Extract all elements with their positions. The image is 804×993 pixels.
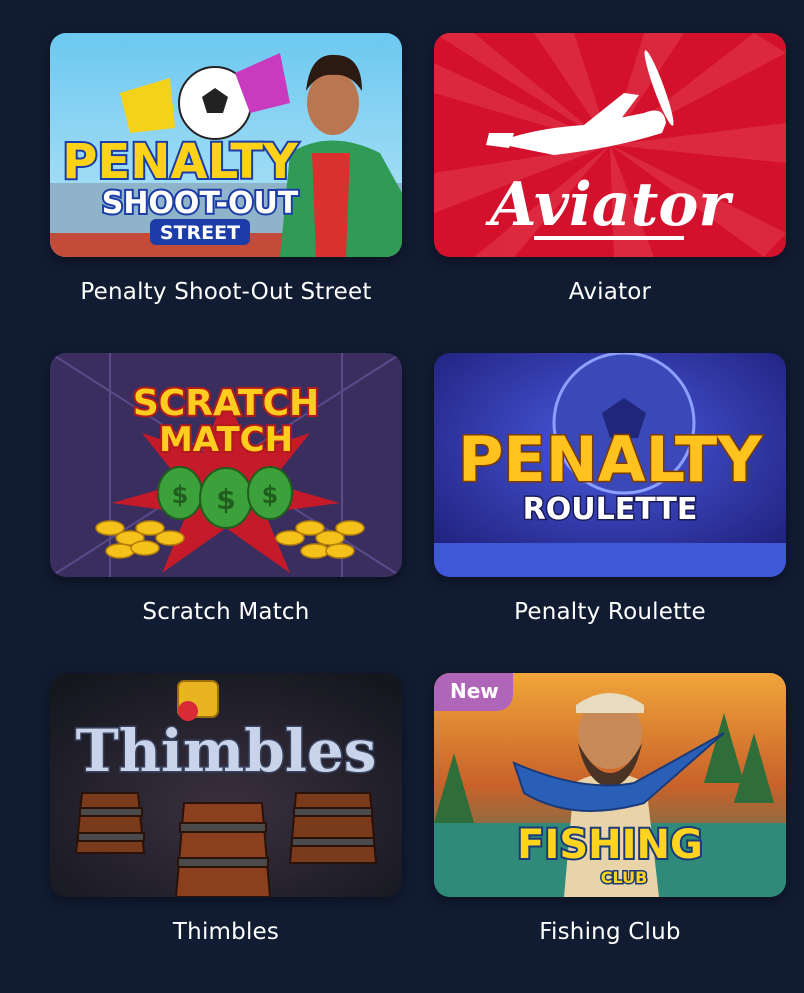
penalty-roulette-artwork: PENALTY ROULETTE bbox=[434, 353, 786, 577]
art-subtitle: CLUB bbox=[601, 868, 648, 887]
game-thumbnail[interactable]: SCRATCH MATCH $ $ $ bbox=[50, 353, 402, 577]
art-subtitle: ROULETTE bbox=[523, 492, 698, 527]
art-title: FISHING bbox=[517, 822, 703, 868]
game-card-penalty-shoot-out-street[interactable]: PENALTY SHOOT-OUT STREET Penalty Shoot-O… bbox=[50, 33, 402, 353]
thimbles-artwork: Thimbles bbox=[50, 673, 402, 897]
svg-text:$: $ bbox=[172, 481, 189, 509]
game-title[interactable]: Fishing Club bbox=[434, 917, 786, 947]
art-title: SCRATCH bbox=[133, 383, 319, 424]
art-title: PENALTY bbox=[458, 423, 763, 496]
svg-text:$: $ bbox=[262, 481, 279, 509]
art-title: Thimbles bbox=[76, 717, 377, 785]
game-card-fishing-club[interactable]: FISHING CLUB New Fishing Club bbox=[434, 673, 786, 993]
game-card-penalty-roulette[interactable]: PENALTY ROULETTE Penalty Roulette bbox=[434, 353, 786, 673]
scratch-match-artwork: SCRATCH MATCH $ $ $ bbox=[50, 353, 402, 577]
art-title: PENALTY bbox=[62, 134, 299, 190]
games-grid: PENALTY SHOOT-OUT STREET Penalty Shoot-O… bbox=[50, 33, 786, 993]
svg-text:$: $ bbox=[216, 483, 235, 516]
game-title[interactable]: Aviator bbox=[434, 277, 786, 307]
art-subtitle: SHOOT-OUT bbox=[102, 186, 299, 221]
game-card-aviator[interactable]: Aviator Aviator bbox=[434, 33, 786, 353]
game-title[interactable]: Scratch Match bbox=[50, 597, 402, 627]
art-title: Aviator bbox=[485, 170, 734, 240]
game-thumbnail[interactable]: Aviator bbox=[434, 33, 786, 257]
game-title[interactable]: Penalty Shoot-Out Street bbox=[50, 277, 402, 307]
game-thumbnail[interactable]: FISHING CLUB New bbox=[434, 673, 786, 897]
game-thumbnail[interactable]: PENALTY SHOOT-OUT STREET bbox=[50, 33, 402, 257]
game-title[interactable]: Thimbles bbox=[50, 917, 402, 947]
penalty-shoot-out-street-artwork: PENALTY SHOOT-OUT STREET bbox=[50, 33, 402, 257]
aviator-artwork: Aviator bbox=[434, 33, 786, 257]
art-tag: STREET bbox=[160, 222, 240, 244]
art-subtitle: MATCH bbox=[159, 420, 293, 460]
game-thumbnail[interactable]: PENALTY ROULETTE bbox=[434, 353, 786, 577]
game-card-scratch-match[interactable]: SCRATCH MATCH $ $ $ Scratch Match bbox=[50, 353, 402, 673]
game-title[interactable]: Penalty Roulette bbox=[434, 597, 786, 627]
game-thumbnail[interactable]: Thimbles bbox=[50, 673, 402, 897]
game-card-thimbles[interactable]: Thimbles Thimbles bbox=[50, 673, 402, 993]
new-badge: New bbox=[434, 673, 513, 711]
